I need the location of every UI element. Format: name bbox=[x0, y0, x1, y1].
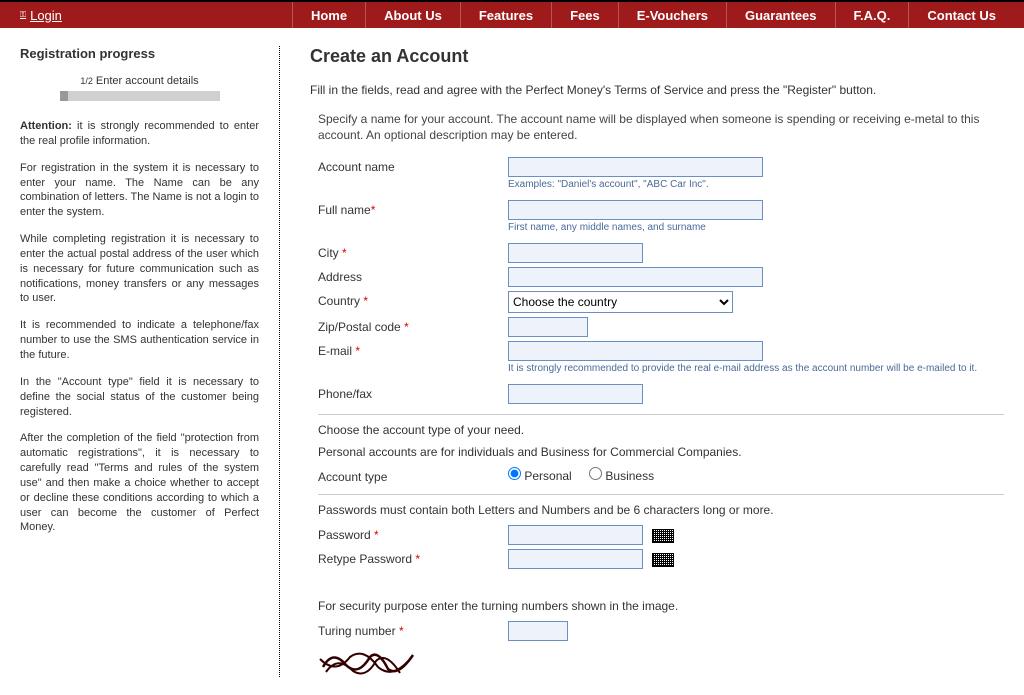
retype-password-input[interactable] bbox=[508, 549, 643, 569]
email-input[interactable] bbox=[508, 341, 763, 361]
password-section-text: Passwords must contain both Letters and … bbox=[318, 503, 1004, 517]
progress-step: 1/2 Enter account details bbox=[20, 75, 259, 87]
intro-text: Fill in the fields, read and agree with … bbox=[310, 83, 1004, 97]
hint-email: It is strongly recommended to provide th… bbox=[508, 363, 1004, 374]
radio-business[interactable] bbox=[589, 467, 602, 480]
label-account-type: Account type bbox=[318, 467, 508, 484]
address-input[interactable] bbox=[508, 267, 763, 287]
key-icon: ⚿ bbox=[20, 10, 26, 20]
password-input[interactable] bbox=[508, 525, 643, 545]
login-link[interactable]: ⚿ Login bbox=[20, 8, 62, 23]
account-name-note: Specify a name for your account. The acc… bbox=[318, 111, 1004, 143]
sidebar-p2: For registration in the system it is nec… bbox=[20, 161, 259, 220]
keyboard-icon[interactable] bbox=[652, 529, 674, 543]
radio-business-label[interactable]: Business bbox=[589, 469, 654, 483]
account-type-desc: Personal accounts are for individuals an… bbox=[318, 445, 1004, 459]
content: Create an Account Fill in the fields, re… bbox=[280, 46, 1004, 677]
sidebar-p4: It is recommended to indicate a telephon… bbox=[20, 318, 259, 363]
label-password: Password * bbox=[318, 525, 508, 542]
nav-evouchers[interactable]: E-Vouchers bbox=[618, 2, 726, 28]
label-address: Address bbox=[318, 267, 508, 284]
sidebar: Registration progress 1/2 Enter account … bbox=[20, 46, 280, 677]
label-city: City * bbox=[318, 243, 508, 260]
nav-guarantees[interactable]: Guarantees bbox=[726, 2, 835, 28]
full-name-input[interactable] bbox=[508, 200, 763, 220]
step-label: Enter account details bbox=[96, 75, 199, 87]
account-name-input[interactable] bbox=[508, 157, 763, 177]
sidebar-p6: After the completion of the field "prote… bbox=[20, 431, 259, 535]
progress-bar bbox=[60, 91, 220, 101]
attention-paragraph: Attention: it is strongly recommended to… bbox=[20, 119, 259, 149]
label-full-name: Full name* bbox=[318, 200, 508, 217]
city-input[interactable] bbox=[508, 243, 643, 263]
step-fraction: 1/2 bbox=[80, 76, 93, 86]
turing-input[interactable] bbox=[508, 621, 568, 641]
phone-input[interactable] bbox=[508, 384, 643, 404]
nav-home[interactable]: Home bbox=[292, 2, 365, 28]
radio-personal[interactable] bbox=[508, 467, 521, 480]
attention-label: Attention: bbox=[20, 120, 72, 132]
turing-section-text: For security purpose enter the turning n… bbox=[318, 599, 1004, 613]
zip-input[interactable] bbox=[508, 317, 588, 337]
label-email: E-mail * bbox=[318, 341, 508, 358]
hint-account-name: Examples: "Daniel's account", "ABC Car I… bbox=[508, 179, 1004, 190]
main-nav: Home About Us Features Fees E-Vouchers G… bbox=[292, 2, 1024, 28]
account-type-heading: Choose the account type of your need. bbox=[318, 423, 1004, 437]
keyboard-icon[interactable] bbox=[652, 553, 674, 567]
country-select[interactable]: Choose the country bbox=[508, 291, 733, 313]
sidebar-p3: While completing registration it is nece… bbox=[20, 232, 259, 306]
label-turing: Turing number * bbox=[318, 621, 508, 638]
top-nav-bar: ⚿ Login Home About Us Features Fees E-Vo… bbox=[0, 0, 1024, 28]
nav-about[interactable]: About Us bbox=[365, 2, 460, 28]
nav-fees[interactable]: Fees bbox=[551, 2, 618, 28]
nav-faq[interactable]: F.A.Q. bbox=[835, 2, 909, 28]
hint-full-name: First name, any middle names, and surnam… bbox=[508, 222, 1004, 233]
label-zip: Zip/Postal code * bbox=[318, 317, 508, 334]
label-country: Country * bbox=[318, 291, 508, 308]
label-phone: Phone/fax bbox=[318, 384, 508, 401]
page-title: Create an Account bbox=[310, 46, 1004, 67]
radio-personal-label[interactable]: Personal bbox=[508, 469, 572, 483]
nav-contact[interactable]: Contact Us bbox=[908, 2, 1024, 28]
label-account-name: Account name bbox=[318, 157, 508, 174]
sidebar-heading: Registration progress bbox=[20, 46, 259, 61]
sidebar-p5: In the "Account type" field it is necess… bbox=[20, 375, 259, 420]
login-label: Login bbox=[30, 8, 62, 23]
captcha-image bbox=[318, 647, 1004, 677]
label-retype-password: Retype Password * bbox=[318, 549, 508, 566]
nav-features[interactable]: Features bbox=[460, 2, 551, 28]
